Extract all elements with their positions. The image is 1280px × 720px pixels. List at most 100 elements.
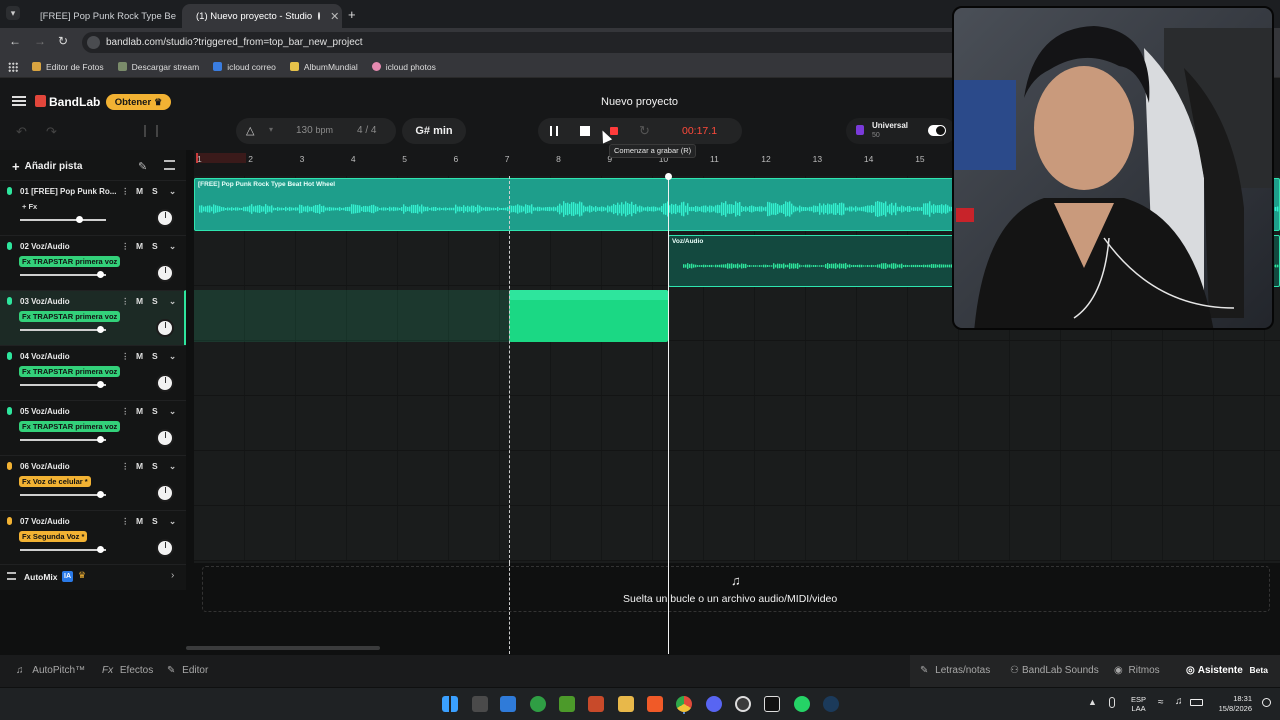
volume-slider[interactable]	[20, 491, 106, 498]
expand-chevron-icon[interactable]: ⌄	[169, 406, 176, 417]
language-indicator[interactable]: ESP LAA	[1131, 695, 1146, 713]
bookmark-icloud-photos[interactable]: icloud photos	[371, 62, 436, 72]
mastering-toggle[interactable]	[928, 125, 946, 136]
mute-button[interactable]: M	[136, 186, 143, 196]
solo-button[interactable]: S	[152, 516, 158, 526]
wifi-icon[interactable]: ≈	[1158, 697, 1164, 708]
solo-button[interactable]: S	[152, 461, 158, 471]
autopitch-button[interactable]: ♫ AutoPitch™	[16, 665, 85, 676]
pan-knob[interactable]	[156, 209, 174, 227]
undo-icon[interactable]: ↶	[16, 124, 27, 140]
track-lane[interactable]	[194, 396, 1280, 451]
loop-region-marker[interactable]	[196, 153, 246, 163]
new-tab-icon[interactable]: +	[348, 7, 356, 22]
mastering-preset-panel[interactable]: Universal 50	[846, 118, 956, 144]
windows-start-icon[interactable]	[442, 696, 458, 712]
site-info-icon[interactable]	[87, 36, 100, 49]
apps-grid-icon[interactable]	[8, 61, 18, 72]
bookmark-icloud-correo[interactable]: icloud correo	[213, 62, 276, 72]
capcut-icon[interactable]	[764, 696, 780, 712]
mute-button[interactable]: M	[136, 461, 143, 471]
rhythms-button[interactable]: ◉ Ritmos	[1114, 665, 1160, 676]
solo-button[interactable]: S	[152, 186, 158, 196]
expand-chevron-icon[interactable]: ⌄	[169, 186, 176, 197]
effects-badge[interactable]: Fx Segunda Voz *	[19, 531, 88, 542]
solo-button[interactable]: S	[152, 296, 158, 306]
bandlab-logo[interactable]: BandLab	[49, 95, 100, 109]
track-header[interactable]: 06 Voz/Audio ⋮ M S ⌄ Fx Voz de celular *	[0, 455, 186, 510]
bpm-field[interactable]: 130 bpm	[296, 125, 333, 136]
effects-badge[interactable]: Fx Voz de celular *	[19, 476, 91, 487]
options-kebab-icon[interactable]: ⋮	[121, 241, 130, 252]
track-header[interactable]: 03 Voz/Audio ⋮ M S ⌄ Fx TRAPSTAR primera voz	[0, 290, 186, 345]
volume-slider[interactable]	[20, 216, 106, 223]
mixer-icon[interactable]	[144, 125, 158, 137]
store-icon[interactable]	[500, 696, 516, 712]
track-settings-icon[interactable]	[164, 160, 175, 170]
pan-knob[interactable]	[156, 484, 174, 502]
effects-button[interactable]: Fx Efectos	[102, 665, 153, 676]
xbox-icon[interactable]	[530, 696, 546, 712]
bandlab-sounds-button[interactable]: ⚇ BandLab Sounds	[1010, 665, 1099, 676]
wrench-icon[interactable]: ✎	[138, 160, 147, 173]
volume-slider-thumb[interactable]	[97, 271, 105, 278]
solo-button[interactable]: S	[152, 241, 158, 251]
volume-slider-thumb[interactable]	[97, 326, 105, 333]
brave-icon[interactable]	[647, 696, 663, 712]
track-header[interactable]: 04 Voz/Audio ⋮ M S ⌄ Fx TRAPSTAR primera voz	[0, 345, 186, 400]
bookmark-editor-fotos[interactable]: Editor de Fotos	[32, 62, 104, 72]
mute-button[interactable]: M	[136, 296, 143, 306]
track-lane[interactable]	[194, 451, 1280, 506]
expand-chevron-icon[interactable]: ⌄	[169, 461, 176, 472]
expand-chevron-icon[interactable]: ⌄	[169, 241, 176, 252]
microphone-icon[interactable]	[1109, 697, 1115, 708]
track-name[interactable]: 01 [FREE] Pop Punk Ro...	[20, 187, 116, 196]
project-title[interactable]: Nuevo proyecto	[601, 96, 678, 108]
volume-slider[interactable]	[20, 271, 106, 278]
forward-icon[interactable]: →	[34, 34, 46, 48]
tab-list-chevron-icon[interactable]: ▾	[6, 6, 20, 20]
track-header[interactable]: 07 Voz/Audio ⋮ M S ⌄ Fx Segunda Voz *	[0, 510, 186, 565]
volume-slider[interactable]	[20, 381, 106, 388]
time-signature-field[interactable]: 4 / 4	[357, 125, 376, 136]
track-name[interactable]: 05 Voz/Audio	[20, 407, 70, 416]
effects-badge[interactable]: Fx TRAPSTAR primera voz	[19, 421, 121, 432]
drop-zone[interactable]: ♫ Suelta un bucle o un archivo audio/MID…	[202, 566, 1270, 612]
close-tab-icon[interactable]: ✕	[330, 10, 339, 23]
track-header[interactable]: 02 Voz/Audio ⋮ M S ⌄ Fx TRAPSTAR primera voz	[0, 235, 186, 290]
widgets-icon[interactable]	[472, 696, 488, 712]
chrome-icon[interactable]	[676, 696, 692, 712]
expand-chevron-icon[interactable]: ⌄	[169, 516, 176, 527]
volume-slider[interactable]	[20, 326, 106, 333]
pause-icon[interactable]	[550, 126, 558, 136]
redo-icon[interactable]: ↷	[46, 124, 57, 140]
add-track-button[interactable]: + Añadir pista	[12, 159, 82, 174]
reload-icon[interactable]: ↻	[58, 34, 68, 48]
battery-icon[interactable]	[1190, 699, 1203, 706]
pan-knob[interactable]	[156, 264, 174, 282]
pan-knob[interactable]	[156, 319, 174, 337]
track-name[interactable]: 04 Voz/Audio	[20, 352, 70, 361]
volume-slider-thumb[interactable]	[97, 546, 105, 553]
options-kebab-icon[interactable]: ⋮	[121, 461, 130, 472]
loop-icon[interactable]: ↻	[639, 123, 650, 139]
volume-slider-thumb[interactable]	[76, 216, 84, 223]
volume-slider-thumb[interactable]	[97, 491, 105, 498]
recording-region[interactable]	[509, 290, 668, 342]
assistant-button[interactable]: ◎ Asistente Beta	[1186, 665, 1268, 676]
options-kebab-icon[interactable]: ⋮	[121, 296, 130, 307]
tray-chevron-icon[interactable]: ▲	[1088, 697, 1097, 707]
whatsapp-icon[interactable]	[794, 696, 810, 712]
options-kebab-icon[interactable]: ⋮	[121, 406, 130, 417]
tab-bandlab-studio[interactable]: (1) Nuevo proyecto - Studio ✕	[182, 4, 342, 28]
editor-button[interactable]: ✎ Editor	[167, 665, 208, 676]
solo-button[interactable]: S	[152, 351, 158, 361]
volume-icon[interactable]: ♫	[1175, 696, 1183, 707]
pan-knob[interactable]	[156, 539, 174, 557]
tab-youtube[interactable]: [FREE] Pop Punk Rock Type Be ✕	[26, 4, 178, 28]
track-name[interactable]: 06 Voz/Audio	[20, 462, 70, 471]
effects-badge[interactable]: Fx TRAPSTAR primera voz	[19, 311, 121, 322]
metronome-icon[interactable]: △	[246, 124, 254, 137]
get-membership-button[interactable]: Obtener ♛	[106, 94, 171, 110]
track-name[interactable]: 02 Voz/Audio	[20, 242, 70, 251]
